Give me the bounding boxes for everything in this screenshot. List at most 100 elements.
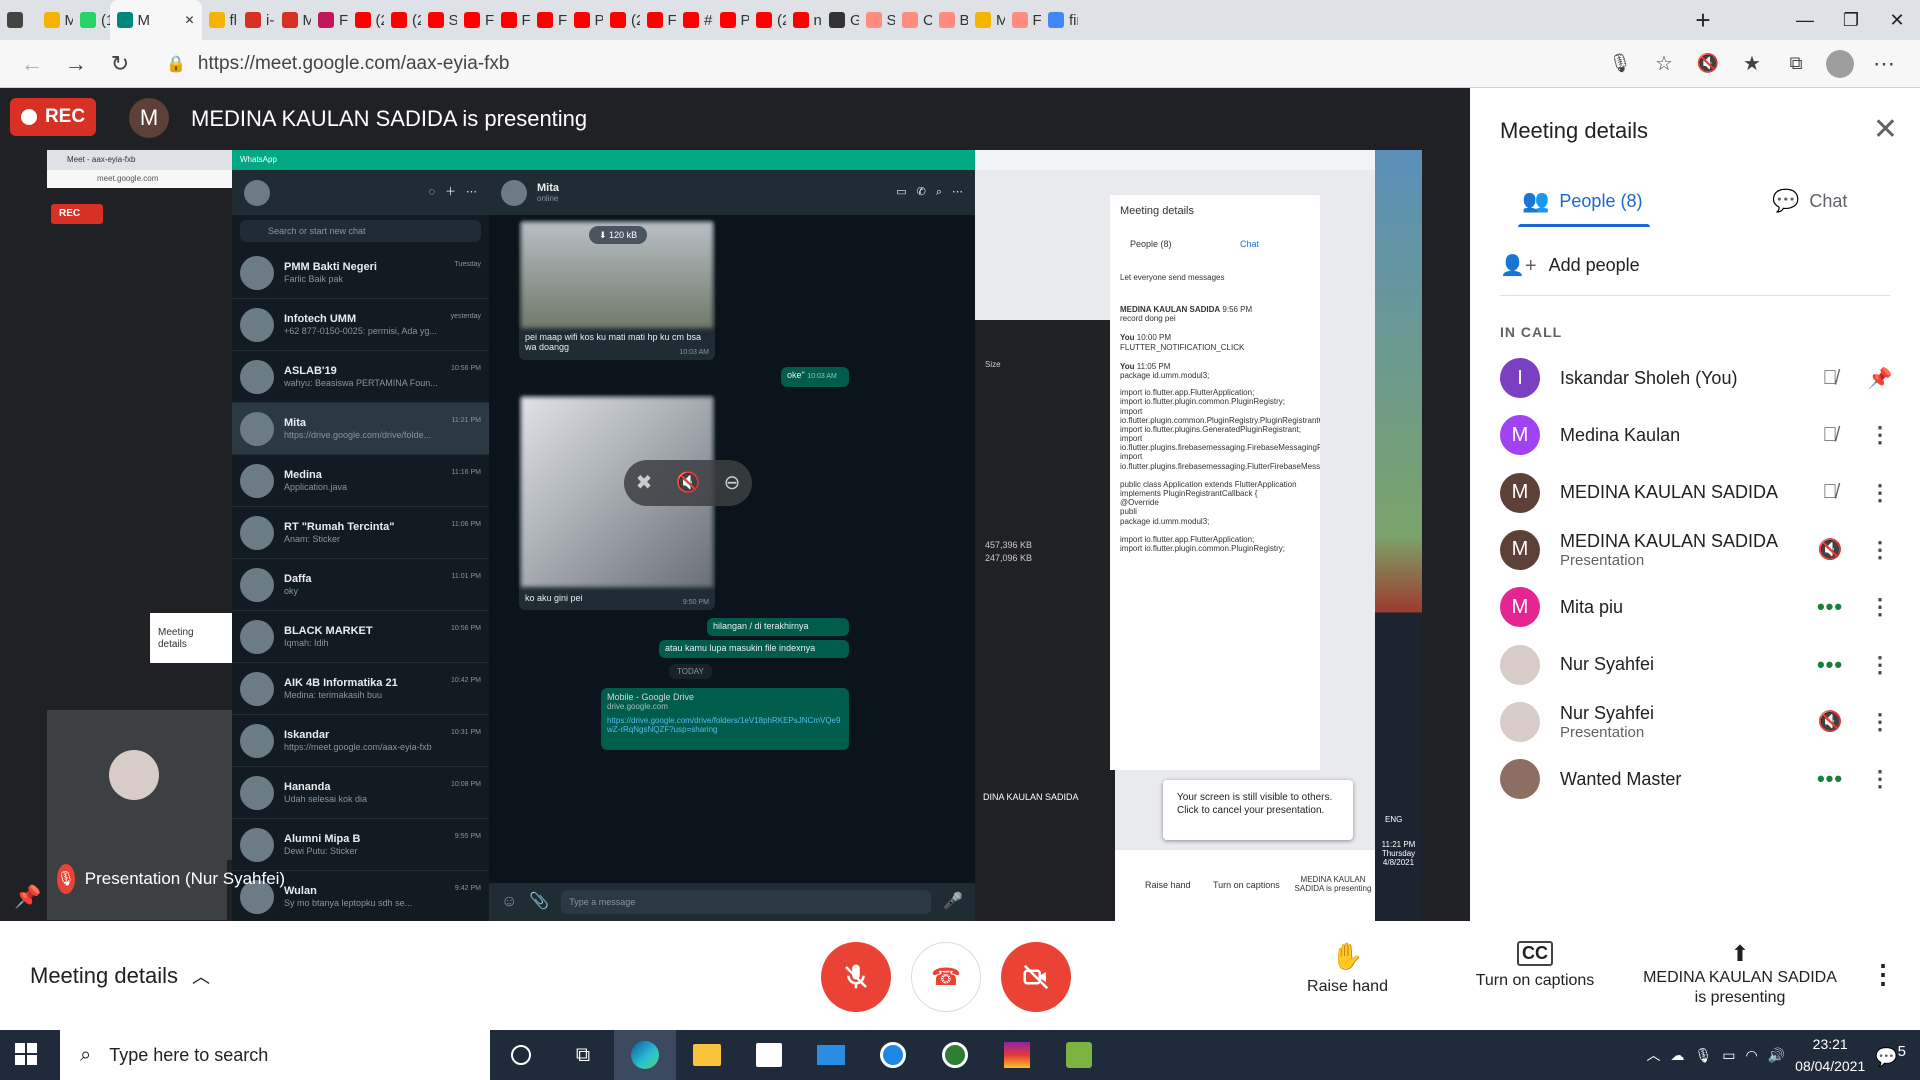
chat-list-item[interactable]: Mita 11:21 PM https://drive.google.com/dri… — [232, 403, 489, 455]
participant-action[interactable]: ⋮ — [1860, 652, 1900, 678]
contact-avatar[interactable] — [501, 179, 527, 206]
meeting-details-button[interactable]: Meeting details ︿ — [30, 963, 210, 989]
add-favorite-icon[interactable]: ☆ — [1642, 44, 1686, 84]
profile-avatar[interactable] — [1818, 44, 1862, 84]
maximize-button[interactable]: ❐ — [1828, 0, 1874, 40]
close-panel-button[interactable]: ✕ — [1873, 112, 1898, 147]
attach-icon[interactable]: 📎 — [529, 893, 549, 911]
presentation-toast[interactable]: Your screen is still visible to others. … — [1163, 780, 1353, 840]
video-call-icon[interactable]: ▭ — [896, 186, 906, 199]
tab-people[interactable]: 👥 People (8) — [1522, 178, 1642, 224]
mail-icon[interactable] — [800, 1030, 862, 1080]
chat-list-item[interactable]: Hananda 10:08 PM Udah selesai kok dia — [232, 767, 489, 819]
menu-icon[interactable]: ⋯ — [466, 186, 477, 199]
onedrive-icon[interactable]: ☁ — [1670, 1047, 1684, 1064]
camera-toggle-button[interactable] — [1001, 942, 1071, 1012]
browser-tab[interactable]: (1 — [73, 0, 110, 40]
task-view-icon[interactable]: ⧉ — [552, 1030, 614, 1080]
browser-tab[interactable]: (2 — [603, 0, 640, 40]
browser-tab[interactable]: M — [275, 0, 311, 40]
browser-tab[interactable]: fir — [1041, 0, 1078, 40]
browser-tab[interactable]: M — [37, 0, 73, 40]
participant-action[interactable]: ⋮ — [1860, 766, 1900, 792]
minimize-button[interactable]: — — [1782, 0, 1828, 40]
browser-tab[interactable]: (2 — [384, 0, 421, 40]
new-tab-button[interactable]: + — [1680, 0, 1726, 40]
add-people-button[interactable]: 👤+ Add people — [1500, 253, 1640, 278]
wifi-icon[interactable]: ◠ — [1746, 1047, 1758, 1064]
participant-status[interactable]: ••• — [1800, 594, 1860, 620]
more-options-icon[interactable]: ⋮ — [1870, 959, 1896, 990]
participant-status[interactable]: 🔇 — [1800, 709, 1860, 734]
participant-status[interactable]: ••• — [1800, 652, 1860, 678]
participant-status[interactable]: 🎙̸ — [1800, 367, 1860, 390]
collections-icon[interactable]: ⧉ — [1774, 44, 1818, 84]
browser-tab[interactable]: flu — [202, 0, 238, 40]
chat-list-item[interactable]: PMM Bakti Negeri Tuesday Farlic Baik pak — [232, 247, 489, 299]
my-avatar[interactable] — [244, 179, 270, 206]
menu-icon[interactable]: ⋯ — [952, 186, 963, 199]
browser-tab[interactable]: nc — [786, 0, 822, 40]
sound-off-icon[interactable]: 🔇 — [676, 472, 701, 495]
participant-row[interactable]: I Iskandar Sholeh (You) 🎙̸ 📌 — [1500, 348, 1900, 408]
browser-tab[interactable]: Gi — [822, 0, 859, 40]
microphone-icon[interactable]: 🎙 — [1598, 44, 1642, 84]
forward-button[interactable]: → — [54, 44, 98, 84]
emoji-icon[interactable]: ☺ — [501, 893, 517, 911]
captions-button[interactable]: CC Turn on captions — [1465, 941, 1605, 990]
browser-tab[interactable]: (2 — [749, 0, 786, 40]
browser-tab[interactable]: Fl — [494, 0, 530, 40]
participant-status[interactable]: 🎙̸ — [1800, 481, 1860, 504]
app-icon-2[interactable] — [924, 1030, 986, 1080]
chat-list-item[interactable]: Medina 11:16 PM Application.java — [232, 455, 489, 507]
new-chat-icon[interactable]: ＋ — [445, 186, 456, 199]
participant-action[interactable]: ⋮ — [1860, 422, 1900, 448]
participant-status[interactable]: 🔇 — [1800, 537, 1860, 562]
chat-list-item[interactable]: RT "Rumah Tercinta" 11:06 PM Anam: Sticker — [232, 507, 489, 559]
browser-tab[interactable]: Fl — [640, 0, 676, 40]
browser-tab[interactable]: (2 — [348, 0, 384, 40]
app-icon-3[interactable] — [1048, 1030, 1110, 1080]
participant-action[interactable]: ⋮ — [1860, 594, 1900, 620]
volume-icon[interactable]: 🔊 — [1768, 1047, 1785, 1064]
participant-status[interactable]: 🎙̸ — [1800, 424, 1860, 447]
participant-action[interactable]: ⋮ — [1860, 480, 1900, 506]
mic-icon[interactable]: 🎤 — [943, 893, 963, 911]
chat-list-item[interactable]: AIK 4B Informatika 21 10:42 PM Medina: ter… — [232, 663, 489, 715]
browser-tab[interactable]: Pu — [567, 0, 603, 40]
chat-list-item[interactable]: Iskandar 10:31 PM https://meet.google.com/… — [232, 715, 489, 767]
participant-row[interactable]: Wanted Master ••• ⋮ — [1500, 749, 1900, 809]
participant-row[interactable]: M Mita piu ••• ⋮ — [1500, 577, 1900, 637]
notification-icon[interactable]: 💬5 — [1875, 1043, 1906, 1068]
leave-call-button[interactable]: ☎ — [911, 942, 981, 1012]
outgoing-message[interactable]: hilangan / di terakhirnya — [707, 618, 849, 636]
favorites-icon[interactable]: ★ — [1730, 44, 1774, 84]
show-hidden-icons[interactable]: ︿ — [1646, 1045, 1660, 1065]
search-icon[interactable]: ⌕ — [936, 186, 942, 199]
edge-taskbar-icon[interactable] — [614, 1030, 676, 1080]
browser-tab[interactable]: Fi — [311, 0, 348, 40]
microphone-toggle-button[interactable] — [821, 942, 891, 1012]
close-window-button[interactable]: ✕ — [1874, 0, 1920, 40]
chat-list-item[interactable]: BLACK MARKET 10:56 PM Iqmah: Idih — [232, 611, 489, 663]
remove-icon[interactable]: ⊖ — [724, 472, 741, 495]
browser-tab[interactable]: Be — [932, 0, 968, 40]
browser-tab[interactable]: Fi — [1005, 0, 1041, 40]
browser-tab[interactable]: i-L — [238, 0, 275, 40]
message-input[interactable]: Type a message — [561, 890, 932, 914]
settings-more-icon[interactable]: ⋯ — [1862, 44, 1906, 84]
start-button[interactable] — [14, 1042, 38, 1066]
link-url[interactable]: https://drive.google.com/drive/folders/1… — [607, 716, 843, 735]
browser-tab[interactable]: Sc — [859, 0, 895, 40]
browser-tab[interactable]: M ✕ — [109, 0, 202, 40]
participant-row[interactable]: M MEDINA KAULAN SADIDA 🎙̸ ⋮ — [1500, 463, 1900, 523]
participant-status[interactable]: ••• — [1800, 766, 1860, 792]
participant-row[interactable]: M Medina Kaulan 🎙̸ ⋮ — [1500, 405, 1900, 465]
participant-action[interactable]: ⋮ — [1860, 537, 1900, 563]
taskbar-clock[interactable]: 23:21 08/04/2021 — [1795, 1033, 1865, 1077]
status-icon[interactable]: ◌ — [428, 186, 435, 199]
chat-search-input[interactable]: Search or start new chat — [240, 220, 481, 242]
participant-action[interactable]: 📌 — [1860, 366, 1900, 391]
browser-tab[interactable]: Pu — [713, 0, 749, 40]
browser-tab[interactable]: #( — [676, 0, 713, 40]
